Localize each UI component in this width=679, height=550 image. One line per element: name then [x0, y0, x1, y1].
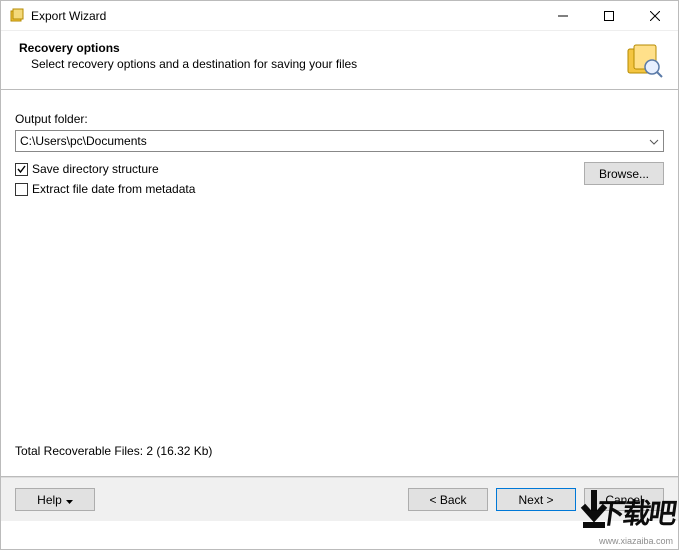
save-directory-checkbox[interactable]: Save directory structure: [15, 162, 584, 176]
maximize-button[interactable]: [586, 1, 632, 31]
checkbox-icon: [15, 183, 28, 196]
app-icon: [9, 8, 25, 24]
help-label: Help: [37, 493, 62, 507]
page-title: Recovery options: [19, 41, 616, 55]
dropdown-triangle-icon: [66, 493, 73, 507]
status-text: Total Recoverable Files: 2 (16.32 Kb): [15, 444, 212, 458]
cancel-button[interactable]: Cancel: [584, 488, 664, 511]
checkbox-icon: [15, 163, 28, 176]
page-subtitle: Select recovery options and a destinatio…: [19, 57, 616, 71]
help-button[interactable]: Help: [15, 488, 95, 511]
output-folder-value: C:\Users\pc\Documents: [20, 134, 147, 148]
window-title: Export Wizard: [31, 9, 540, 23]
save-directory-label: Save directory structure: [32, 162, 159, 176]
wizard-header: Recovery options Select recovery options…: [1, 31, 678, 89]
header-icon: [624, 41, 664, 81]
cancel-label: Cancel: [605, 493, 642, 507]
watermark-url: www.xiazaiba.com: [599, 536, 673, 546]
output-folder-label: Output folder:: [15, 112, 664, 126]
wizard-footer: Help < Back Next > Cancel: [1, 477, 678, 521]
titlebar: Export Wizard: [1, 1, 678, 31]
chevron-down-icon: [649, 134, 659, 148]
output-folder-select[interactable]: C:\Users\pc\Documents: [15, 130, 664, 152]
content-area: Output folder: C:\Users\pc\Documents Sav…: [1, 89, 678, 477]
extract-metadata-checkbox[interactable]: Extract file date from metadata: [15, 182, 584, 196]
close-button[interactable]: [632, 1, 678, 31]
back-button[interactable]: < Back: [408, 488, 488, 511]
extract-metadata-label: Extract file date from metadata: [32, 182, 195, 196]
back-label: < Back: [429, 493, 466, 507]
browse-label: Browse...: [599, 167, 649, 181]
browse-button[interactable]: Browse...: [584, 162, 664, 185]
next-button[interactable]: Next >: [496, 488, 576, 511]
next-label: Next >: [518, 493, 553, 507]
window-controls: [540, 1, 678, 30]
minimize-button[interactable]: [540, 1, 586, 31]
